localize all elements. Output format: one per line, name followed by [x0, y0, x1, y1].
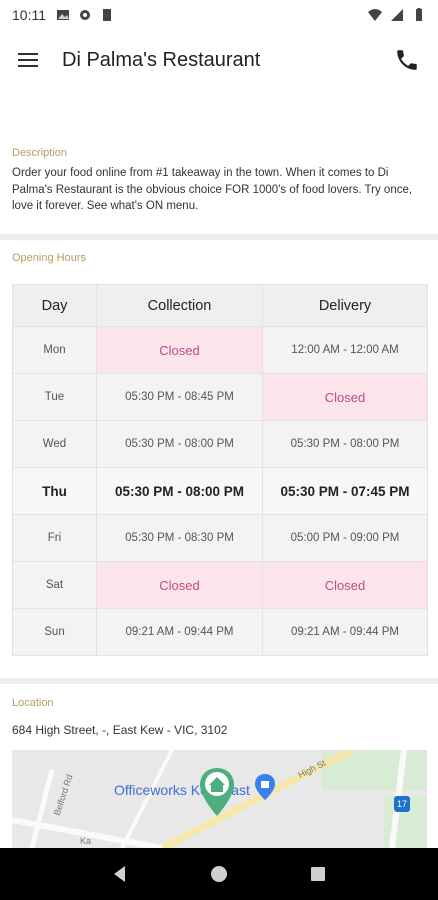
home-pin-icon[interactable] — [200, 768, 234, 816]
table-row: Tue 05:30 PM - 08:45 PM Closed — [12, 373, 428, 421]
phone-icon[interactable] — [394, 47, 420, 73]
day-cell: Sat — [12, 561, 97, 609]
delivery-cell: Closed — [262, 373, 428, 421]
table-row: Mon Closed 12:00 AM - 12:00 AM — [12, 326, 428, 374]
app-bar: Di Palma's Restaurant — [0, 30, 438, 90]
table-row: Sat Closed Closed — [12, 561, 428, 609]
description-label: Description — [12, 147, 68, 159]
status-time: 10:11 — [12, 7, 46, 23]
location-map[interactable]: Officeworks Kew East High St Belford Rd … — [12, 750, 427, 848]
collection-cell: 05:30 PM - 08:00 PM — [96, 420, 263, 468]
back-icon[interactable] — [109, 863, 131, 885]
system-nav-bar — [0, 848, 438, 900]
menu-icon[interactable] — [18, 48, 42, 72]
header-delivery: Delivery — [262, 284, 428, 327]
gear-icon — [80, 10, 90, 20]
map-road-label: Ka — [80, 836, 92, 846]
recents-icon[interactable] — [307, 863, 329, 885]
day-cell: Sun — [12, 608, 97, 656]
collection-cell: 05:30 PM - 08:00 PM — [96, 467, 263, 515]
image-icon — [57, 10, 69, 20]
location-label: Location — [12, 697, 54, 709]
day-cell: Tue — [12, 373, 97, 421]
section-divider — [0, 234, 438, 240]
home-icon[interactable] — [208, 863, 230, 885]
collection-cell: 09:21 AM - 09:44 PM — [96, 608, 263, 656]
sd-card-icon — [103, 9, 111, 21]
collection-cell: Closed — [96, 326, 263, 374]
signal-icon — [391, 9, 403, 21]
status-bar: 10:11 — [0, 0, 438, 30]
table-row: Wed 05:30 PM - 08:00 PM 05:30 PM - 08:00… — [12, 420, 428, 468]
collection-cell: 05:30 PM - 08:30 PM — [96, 514, 263, 562]
header-collection: Collection — [96, 284, 263, 327]
delivery-cell: 12:00 AM - 12:00 AM — [262, 326, 428, 374]
wifi-icon — [368, 9, 382, 21]
page-title: Di Palma's Restaurant — [62, 48, 261, 71]
delivery-cell: Closed — [262, 561, 428, 609]
table-row-today: Thu 05:30 PM - 08:00 PM 05:30 PM - 07:45… — [12, 467, 428, 515]
delivery-cell: 05:30 PM - 08:00 PM — [262, 420, 428, 468]
location-address: 684 High Street, -, East Kew - VIC, 3102 — [12, 723, 228, 737]
day-cell: Wed — [12, 420, 97, 468]
collection-cell: 05:30 PM - 08:45 PM — [96, 373, 263, 421]
delivery-cell: 05:00 PM - 09:00 PM — [262, 514, 428, 562]
day-cell: Mon — [12, 326, 97, 374]
delivery-cell: 05:30 PM - 07:45 PM — [262, 467, 428, 515]
header-day: Day — [12, 284, 97, 327]
description-section: Description Order your food online from … — [12, 147, 426, 215]
day-cell: Thu — [12, 467, 97, 515]
opening-hours-table: Day Collection Delivery Mon Closed 12:00… — [12, 284, 428, 656]
table-row: Sun 09:21 AM - 09:44 PM 09:21 AM - 09:44… — [12, 608, 428, 656]
description-text: Order your food online from #1 takeaway … — [12, 167, 413, 212]
shopping-pin-icon[interactable] — [255, 774, 275, 800]
route-badge: 17 — [394, 796, 410, 812]
table-row: Fri 05:30 PM - 08:30 PM 05:00 PM - 09:00… — [12, 514, 428, 562]
opening-hours-label: Opening Hours — [12, 252, 86, 264]
table-header-row: Day Collection Delivery — [12, 284, 428, 327]
section-divider — [0, 678, 438, 684]
battery-icon — [416, 8, 422, 21]
delivery-cell: 09:21 AM - 09:44 PM — [262, 608, 428, 656]
collection-cell: Closed — [96, 561, 263, 609]
day-cell: Fri — [12, 514, 97, 562]
